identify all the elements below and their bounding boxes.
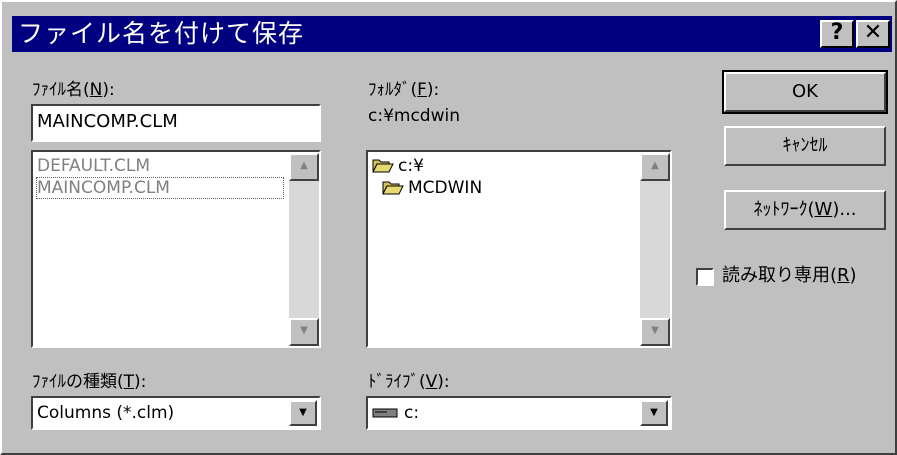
drive-select-value-wrap: c: (372, 402, 419, 424)
drive-label-key: V (425, 372, 438, 392)
filetype-label-text: ﾌｧｲﾙの種類( (32, 372, 124, 392)
folder-open-icon (372, 159, 394, 173)
list-item[interactable]: MAINCOMP.CLM (36, 177, 284, 199)
tree-item-label: c:¥ (398, 156, 424, 176)
filename-label-suffix: ): (102, 80, 115, 100)
tree-item-mcdwin[interactable]: MCDWIN (382, 178, 482, 198)
file-list-scrollbar[interactable]: ▲ ▼ (289, 153, 319, 346)
filetype-label-suffix: ): (134, 372, 147, 392)
filetype-label-key: T (123, 372, 135, 392)
tree-item-label: MCDWIN (408, 178, 483, 198)
filetype-select-value: Columns (*.clm) (37, 403, 175, 423)
folder-open-icon (382, 181, 404, 195)
window-title: ファイル名を付けて保存 (18, 19, 305, 48)
network-button-key: W (814, 199, 833, 220)
chevron-down-icon: ▼ (299, 407, 307, 418)
filename-input[interactable]: MAINCOMP.CLM (31, 104, 321, 142)
scroll-down-button[interactable]: ▼ (289, 318, 319, 346)
scroll-up-icon: ▲ (651, 160, 659, 171)
drive-label: ﾄﾞﾗｲﾌﾞ(V): (368, 372, 450, 392)
readonly-label[interactable]: 読み取り専用(R) (722, 266, 857, 286)
filetype-label: ﾌｧｲﾙの種類(T): (32, 372, 146, 392)
cancel-button[interactable]: ｷｬﾝｾﾙ (724, 126, 886, 166)
filename-label-key: N (89, 80, 103, 100)
help-button[interactable]: ? (820, 20, 854, 48)
filename-label: ﾌｧｲﾙ名(N): (32, 80, 115, 100)
folder-label-key: F (417, 80, 427, 100)
scroll-up-icon: ▲ (300, 160, 308, 171)
network-button[interactable]: ﾈｯﾄﾜｰｸ(W)... (724, 190, 886, 230)
title-bar[interactable]: ファイル名を付けて保存 ? ✕ (12, 16, 892, 52)
scroll-up-button[interactable]: ▲ (289, 153, 319, 181)
chevron-down-icon: ▼ (650, 407, 658, 418)
folder-tree[interactable]: c:¥ MCDWIN ▲ ▼ (366, 150, 672, 348)
drive-dropdown-button[interactable]: ▼ (640, 400, 668, 426)
close-icon: ✕ (863, 20, 883, 45)
folder-tree-scrollbar[interactable]: ▲ ▼ (640, 153, 670, 346)
hard-drive-icon (372, 408, 398, 418)
readonly-label-text: 読み取り専用( (722, 265, 838, 286)
ok-button[interactable]: OK (722, 70, 888, 114)
readonly-label-key: R (837, 265, 850, 286)
file-list[interactable]: DEFAULT.CLM MAINCOMP.CLM ▲ ▼ (31, 150, 321, 348)
scroll-down-icon: ▼ (651, 325, 659, 336)
readonly-checkbox[interactable] (696, 268, 714, 286)
folder-label-suffix: ): (426, 80, 440, 100)
filename-label-text: ﾌｧｲﾙ名( (32, 80, 90, 100)
drive-select-value: c: (404, 403, 420, 423)
tree-item-root[interactable]: c:¥ (372, 156, 424, 176)
current-folder-path: c:¥mcdwin (368, 106, 460, 126)
drive-label-text: ﾄﾞﾗｲﾌﾞ( (368, 372, 426, 392)
filetype-select[interactable]: Columns (*.clm) ▼ (31, 396, 321, 430)
save-as-dialog: ファイル名を付けて保存 ? ✕ ﾌｧｲﾙ名(N): MAINCOMP.CLM D… (0, 0, 897, 455)
scroll-up-button[interactable]: ▲ (640, 153, 670, 181)
close-button[interactable]: ✕ (856, 20, 890, 48)
scroll-down-button[interactable]: ▼ (640, 318, 670, 346)
folder-label-text: ﾌｫﾙﾀﾞ( (368, 80, 418, 100)
drive-label-suffix: ): (437, 372, 450, 392)
list-item[interactable]: DEFAULT.CLM (37, 156, 150, 176)
scroll-down-icon: ▼ (300, 325, 308, 336)
drive-select[interactable]: c: ▼ (366, 396, 672, 430)
filename-input-value: MAINCOMP.CLM (37, 111, 178, 132)
folder-label: ﾌｫﾙﾀﾞ(F): (368, 80, 439, 100)
network-button-label: ﾈｯﾄﾜｰｸ( (753, 199, 815, 220)
help-icon: ? (830, 20, 844, 45)
readonly-label-suffix: ) (849, 265, 857, 286)
filetype-dropdown-button[interactable]: ▼ (289, 400, 317, 426)
network-button-suffix: )... (832, 199, 857, 220)
